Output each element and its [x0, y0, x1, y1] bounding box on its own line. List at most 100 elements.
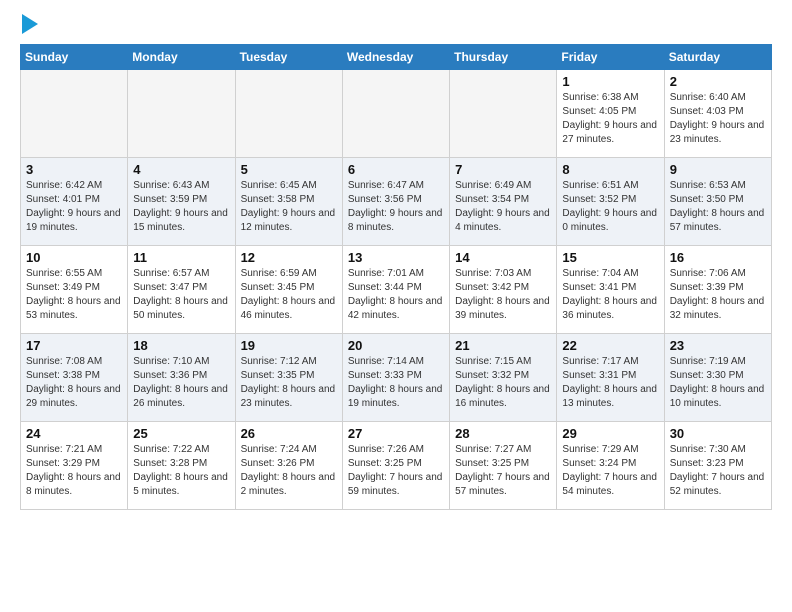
day-number: 15 — [562, 250, 658, 265]
day-info: Sunrise: 7:15 AM Sunset: 3:32 PM Dayligh… — [455, 355, 551, 411]
day-number: 24 — [26, 426, 122, 441]
day-info: Sunrise: 6:51 AM Sunset: 3:52 PM Dayligh… — [562, 179, 658, 235]
day-info: Sunrise: 7:03 AM Sunset: 3:42 PM Dayligh… — [455, 267, 551, 323]
day-info: Sunrise: 6:49 AM Sunset: 3:54 PM Dayligh… — [455, 179, 551, 235]
day-number: 23 — [670, 338, 766, 353]
day-number: 30 — [670, 426, 766, 441]
day-number: 13 — [348, 250, 444, 265]
day-info: Sunrise: 7:08 AM Sunset: 3:38 PM Dayligh… — [26, 355, 122, 411]
day-number: 18 — [133, 338, 229, 353]
calendar-cell: 18 Sunrise: 7:10 AM Sunset: 3:36 PM Dayli… — [128, 334, 235, 422]
day-header-monday: Monday — [128, 45, 235, 70]
calendar-cell: 7 Sunrise: 6:49 AM Sunset: 3:54 PM Daylig… — [450, 158, 557, 246]
calendar-cell: 27 Sunrise: 7:26 AM Sunset: 3:25 PM Dayli… — [342, 422, 449, 510]
calendar-cell: 11 Sunrise: 6:57 AM Sunset: 3:47 PM Dayli… — [128, 246, 235, 334]
day-header-wednesday: Wednesday — [342, 45, 449, 70]
day-number: 16 — [670, 250, 766, 265]
calendar-cell: 19 Sunrise: 7:12 AM Sunset: 3:35 PM Dayli… — [235, 334, 342, 422]
calendar-cell — [128, 70, 235, 158]
day-info: Sunrise: 6:59 AM Sunset: 3:45 PM Dayligh… — [241, 267, 337, 323]
calendar-cell: 2 Sunrise: 6:40 AM Sunset: 4:03 PM Daylig… — [664, 70, 771, 158]
day-header-saturday: Saturday — [664, 45, 771, 70]
day-header-thursday: Thursday — [450, 45, 557, 70]
day-info: Sunrise: 6:38 AM Sunset: 4:05 PM Dayligh… — [562, 91, 658, 147]
day-header-sunday: Sunday — [21, 45, 128, 70]
day-info: Sunrise: 7:19 AM Sunset: 3:30 PM Dayligh… — [670, 355, 766, 411]
day-info: Sunrise: 7:22 AM Sunset: 3:28 PM Dayligh… — [133, 443, 229, 499]
day-info: Sunrise: 7:04 AM Sunset: 3:41 PM Dayligh… — [562, 267, 658, 323]
calendar-cell: 13 Sunrise: 7:01 AM Sunset: 3:44 PM Dayli… — [342, 246, 449, 334]
day-number: 5 — [241, 162, 337, 177]
calendar-cell: 28Sunrise: 7:27 AM Sunset: 3:25 PM Dayli… — [450, 422, 557, 510]
day-number: 6 — [348, 162, 444, 177]
day-number: 7 — [455, 162, 551, 177]
day-header-friday: Friday — [557, 45, 664, 70]
day-number: 27 — [348, 426, 444, 441]
day-info: Sunrise: 6:45 AM Sunset: 3:58 PM Dayligh… — [241, 179, 337, 235]
calendar-cell — [235, 70, 342, 158]
day-number: 3 — [26, 162, 122, 177]
day-info: Sunrise: 7:01 AM Sunset: 3:44 PM Dayligh… — [348, 267, 444, 323]
calendar-cell: 23 Sunrise: 7:19 AM Sunset: 3:30 PM Dayli… — [664, 334, 771, 422]
calendar-cell: 30 Sunrise: 7:30 AM Sunset: 3:23 PM Dayli… — [664, 422, 771, 510]
day-info: Sunrise: 7:06 AM Sunset: 3:39 PM Dayligh… — [670, 267, 766, 323]
day-number: 14 — [455, 250, 551, 265]
day-number: 4 — [133, 162, 229, 177]
calendar-cell: 10 Sunrise: 6:55 AM Sunset: 3:49 PM Dayli… — [21, 246, 128, 334]
day-info: Sunrise: 6:57 AM Sunset: 3:47 PM Dayligh… — [133, 267, 229, 323]
day-info: Sunrise: 7:21 AM Sunset: 3:29 PM Dayligh… — [26, 443, 122, 499]
day-info: Sunrise: 7:14 AM Sunset: 3:33 PM Dayligh… — [348, 355, 444, 411]
calendar-cell: 16 Sunrise: 7:06 AM Sunset: 3:39 PM Dayli… — [664, 246, 771, 334]
day-number: 2 — [670, 74, 766, 89]
calendar-cell: 26 Sunrise: 7:24 AM Sunset: 3:26 PM Dayli… — [235, 422, 342, 510]
calendar-cell: 8 Sunrise: 6:51 AM Sunset: 3:52 PM Daylig… — [557, 158, 664, 246]
day-number: 1 — [562, 74, 658, 89]
day-info: Sunrise: 6:55 AM Sunset: 3:49 PM Dayligh… — [26, 267, 122, 323]
day-info: Sunrise: 6:53 AM Sunset: 3:50 PM Dayligh… — [670, 179, 766, 235]
calendar-cell: 3 Sunrise: 6:42 AM Sunset: 4:01 PM Daylig… — [21, 158, 128, 246]
calendar-cell: 4 Sunrise: 6:43 AM Sunset: 3:59 PM Daylig… — [128, 158, 235, 246]
day-header-tuesday: Tuesday — [235, 45, 342, 70]
calendar-cell: 20 Sunrise: 7:14 AM Sunset: 3:33 PM Dayli… — [342, 334, 449, 422]
day-info: Sunrise: 6:43 AM Sunset: 3:59 PM Dayligh… — [133, 179, 229, 235]
day-number: 11 — [133, 250, 229, 265]
day-number: 26 — [241, 426, 337, 441]
day-info: Sunrise: 6:47 AM Sunset: 3:56 PM Dayligh… — [348, 179, 444, 235]
logo — [20, 16, 38, 34]
day-number: 19 — [241, 338, 337, 353]
calendar-cell — [342, 70, 449, 158]
page-header — [20, 16, 772, 34]
day-number: 12 — [241, 250, 337, 265]
calendar-table: SundayMondayTuesdayWednesdayThursdayFrid… — [20, 44, 772, 510]
day-info: Sunrise: 6:42 AM Sunset: 4:01 PM Dayligh… — [26, 179, 122, 235]
calendar-cell: 24 Sunrise: 7:21 AM Sunset: 3:29 PM Dayli… — [21, 422, 128, 510]
day-number: 10 — [26, 250, 122, 265]
day-info: Sunrise: 7:12 AM Sunset: 3:35 PM Dayligh… — [241, 355, 337, 411]
day-info: Sunrise: 7:30 AM Sunset: 3:23 PM Dayligh… — [670, 443, 766, 499]
calendar-cell: 17 Sunrise: 7:08 AM Sunset: 3:38 PM Dayli… — [21, 334, 128, 422]
logo-arrow-icon — [22, 14, 38, 34]
calendar-cell: 22Sunrise: 7:17 AM Sunset: 3:31 PM Dayli… — [557, 334, 664, 422]
day-info: Sunrise: 6:40 AM Sunset: 4:03 PM Dayligh… — [670, 91, 766, 147]
calendar-cell: 29 Sunrise: 7:29 AM Sunset: 3:24 PM Dayli… — [557, 422, 664, 510]
day-info: Sunrise: 7:10 AM Sunset: 3:36 PM Dayligh… — [133, 355, 229, 411]
day-info: Sunrise: 7:27 AM Sunset: 3:25 PM Dayligh… — [455, 443, 551, 499]
day-number: 17 — [26, 338, 122, 353]
calendar-cell: 9 Sunrise: 6:53 AM Sunset: 3:50 PM Daylig… — [664, 158, 771, 246]
day-number: 8 — [562, 162, 658, 177]
calendar-cell: 21 Sunrise: 7:15 AM Sunset: 3:32 PM Dayli… — [450, 334, 557, 422]
calendar-cell — [450, 70, 557, 158]
day-info: Sunrise: 7:26 AM Sunset: 3:25 PM Dayligh… — [348, 443, 444, 499]
day-number: 21 — [455, 338, 551, 353]
day-number: 25 — [133, 426, 229, 441]
day-number: 20 — [348, 338, 444, 353]
calendar-cell: 14 Sunrise: 7:03 AM Sunset: 3:42 PM Dayli… — [450, 246, 557, 334]
calendar-cell: 5 Sunrise: 6:45 AM Sunset: 3:58 PM Daylig… — [235, 158, 342, 246]
day-number: 29 — [562, 426, 658, 441]
day-number: 9 — [670, 162, 766, 177]
day-info: Sunrise: 7:24 AM Sunset: 3:26 PM Dayligh… — [241, 443, 337, 499]
calendar-cell: 1 Sunrise: 6:38 AM Sunset: 4:05 PM Daylig… — [557, 70, 664, 158]
day-info: Sunrise: 7:29 AM Sunset: 3:24 PM Dayligh… — [562, 443, 658, 499]
day-number: 22 — [562, 338, 658, 353]
calendar-cell: 25 Sunrise: 7:22 AM Sunset: 3:28 PM Dayli… — [128, 422, 235, 510]
